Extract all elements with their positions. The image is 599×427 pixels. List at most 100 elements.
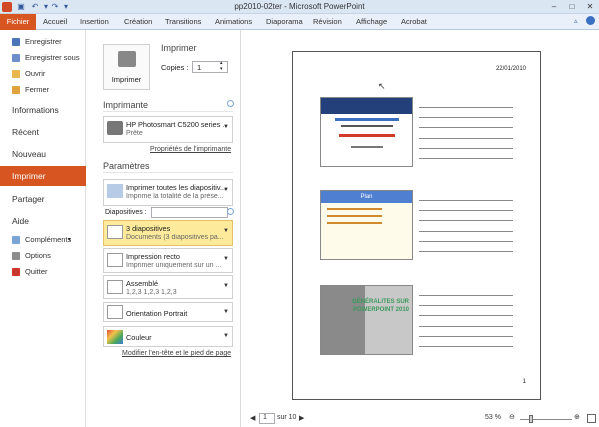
notes-lines-3 [419, 295, 513, 356]
collapse-ribbon-icon[interactable]: ▵ [574, 17, 578, 25]
backstage-options[interactable]: Options [0, 249, 86, 263]
print-range-select[interactable]: Imprimer toutes les diapositiv... Imprim… [103, 179, 233, 206]
copies-spinner-icon[interactable]: ▴ ▾ [220, 60, 223, 72]
backstage-complements[interactable]: Compléments ▾ [0, 233, 86, 247]
backstage-open[interactable]: Ouvrir [0, 67, 86, 81]
backstage-nav: Enregistrer Enregistrer sous Ouvrir Ferm… [0, 30, 90, 427]
previous-page-icon[interactable]: ◀ [250, 414, 255, 422]
backstage-close[interactable]: Fermer [0, 83, 86, 97]
one-sided-icon [107, 253, 123, 267]
exit-icon [12, 268, 20, 276]
printer-heading: Imprimante [103, 100, 149, 110]
tab-transitions[interactable]: Transitions [165, 17, 201, 26]
close-icon[interactable]: ✕ [583, 1, 597, 12]
ribbon-tabs: Fichier Accueil Insertion Création Trans… [0, 14, 599, 30]
save-as-icon [12, 54, 20, 62]
tab-diaporama[interactable]: Diaporama [266, 17, 303, 26]
collated-icon [107, 280, 123, 294]
divider [103, 111, 233, 112]
info-icon[interactable] [227, 100, 234, 107]
backstage-imprimer[interactable]: Imprimer [0, 166, 90, 186]
notes-lines-2 [419, 200, 513, 261]
mouse-cursor-icon: ↖ [378, 81, 386, 91]
close-folder-icon [12, 86, 20, 94]
handout-layout-icon [107, 225, 123, 239]
header-footer-link[interactable]: Modifier l'en-tête et le pied de page [122, 350, 231, 357]
print-button[interactable]: Imprimer [103, 44, 150, 90]
page-number-input[interactable]: 1 [259, 413, 275, 424]
chevron-down-icon: ▼ [223, 228, 229, 234]
print-heading: Imprimer [161, 43, 197, 53]
minimize-icon[interactable]: – [547, 1, 561, 12]
printer-icon [107, 121, 123, 135]
next-page-icon[interactable]: ▶ [299, 414, 304, 422]
slide-text [327, 215, 382, 217]
backstage-partager[interactable]: Partager [12, 194, 45, 204]
page-total-label: sur 10 [277, 414, 297, 421]
options-icon [12, 252, 20, 260]
preview-status-bar: ◀ 1 sur 10 ▶ 53 % ⊖ ⊕ [241, 413, 599, 427]
zoom-slider[interactable] [520, 419, 572, 420]
copies-label: Copies : [161, 63, 189, 72]
fit-page-icon[interactable] [587, 414, 596, 423]
backstage-quitter[interactable]: Quitter [0, 265, 86, 279]
addins-icon [12, 236, 20, 244]
backstage-informations[interactable]: Informations [12, 105, 59, 115]
chevron-down-icon: ▾ [68, 237, 72, 243]
backstage-nouveau[interactable]: Nouveau [12, 149, 46, 159]
portrait-icon [107, 305, 123, 319]
preview-page: 22/01/2010 ↖ Plan GÉNÉRALITES SUR POWERP… [292, 51, 541, 400]
slides-input[interactable] [151, 207, 228, 218]
tab-acrobat[interactable]: Acrobat [401, 17, 427, 26]
save-icon [12, 38, 20, 46]
divider [103, 172, 233, 173]
slide-text [327, 208, 382, 210]
open-folder-icon [12, 70, 20, 78]
chevron-down-icon: ▼ [223, 283, 229, 289]
zoom-in-icon[interactable]: ⊕ [574, 413, 580, 421]
slides-icon [107, 184, 123, 198]
settings-heading: Paramètres [103, 161, 150, 171]
backstage-aide[interactable]: Aide [12, 216, 29, 226]
title-bar: ▣ ↶ ▾ ↷ ▾ pp2010-02ter - Microsoft Power… [0, 0, 599, 14]
tab-fichier[interactable]: Fichier [0, 14, 36, 30]
slide-title: GÉNÉRALITES SUR POWERPOINT 2010 [351, 299, 409, 313]
page-number: 1 [522, 379, 526, 385]
printer-properties-link[interactable]: Propriétés de l'imprimante [150, 146, 231, 153]
tab-creation[interactable]: Création [124, 17, 152, 26]
info-icon[interactable] [227, 208, 234, 215]
slide-thumbnail-2[interactable]: Plan [320, 190, 413, 260]
layout-select[interactable]: 3 diapositives Documents (3 diapositives… [103, 220, 233, 246]
collation-select[interactable]: Assemblé 1,2,3 1,2,3 1,2,3 ▼ [103, 275, 233, 299]
slide-text [341, 125, 393, 127]
slide-banner [321, 98, 412, 114]
tab-affichage[interactable]: Affichage [356, 17, 387, 26]
chevron-down-icon: ▼ [223, 333, 229, 339]
printer-icon [118, 51, 136, 67]
printer-select[interactable]: HP Photosmart C5200 series ... Prête ▼ [103, 116, 233, 143]
keyboard-image [321, 286, 365, 354]
slide-text [339, 134, 395, 137]
print-preview: 22/01/2010 ↖ Plan GÉNÉRALITES SUR POWERP… [241, 30, 599, 427]
chevron-down-icon: ▼ [223, 124, 229, 130]
tab-revision[interactable]: Révision [313, 17, 342, 26]
slide-thumbnail-3[interactable]: GÉNÉRALITES SUR POWERPOINT 2010 [320, 285, 413, 355]
help-icon[interactable] [586, 16, 595, 25]
chevron-down-icon: ▼ [223, 309, 229, 315]
zoom-out-icon[interactable]: ⊖ [509, 413, 515, 421]
orientation-select[interactable]: Orientation Portrait ▼ [103, 302, 233, 322]
chevron-down-icon: ▼ [223, 256, 229, 262]
slide-thumbnail-1[interactable] [320, 97, 413, 167]
print-settings-panel: Imprimer Imprimer Copies : 1 ▴ ▾ Impriman… [86, 30, 241, 427]
backstage-recent[interactable]: Récent [12, 127, 39, 137]
tab-accueil[interactable]: Accueil [43, 17, 67, 26]
maximize-icon[interactable]: □ [565, 1, 579, 12]
zoom-level[interactable]: 53 % [485, 414, 501, 421]
tab-animations[interactable]: Animations [215, 17, 252, 26]
zoom-slider-thumb[interactable] [529, 415, 533, 423]
sides-select[interactable]: Impression recto Imprimer uniquement sur… [103, 248, 233, 273]
backstage-save-as[interactable]: Enregistrer sous [0, 51, 86, 65]
color-select[interactable]: Couleur ▼ [103, 326, 233, 347]
backstage-save[interactable]: Enregistrer [0, 35, 86, 49]
tab-insertion[interactable]: Insertion [80, 17, 109, 26]
